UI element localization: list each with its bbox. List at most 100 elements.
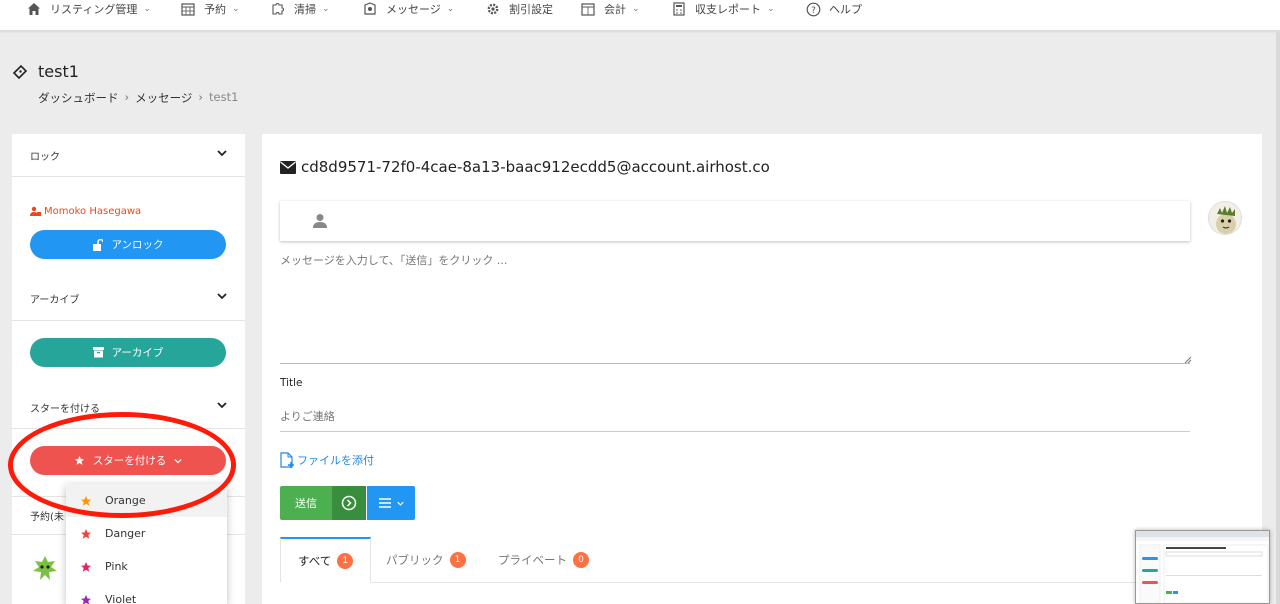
nav-help[interactable]: ? ヘルプ xyxy=(805,0,862,18)
archive-icon xyxy=(92,347,104,358)
nav-listing-label: リスティング管理 xyxy=(50,3,138,16)
chevron-down-icon: ⌄ xyxy=(322,4,330,14)
nav-discount-label: 割引設定 xyxy=(509,3,553,16)
star-button[interactable]: スターを付ける xyxy=(30,446,226,475)
star-option-label: Danger xyxy=(105,527,146,540)
unlock-button[interactable]: アンロック xyxy=(30,230,226,259)
chevron-down-icon: ⌄ xyxy=(232,4,240,14)
message-icon xyxy=(362,1,378,17)
divider xyxy=(12,176,245,177)
tab-private-label: プライベート xyxy=(498,553,567,567)
send-button-label: 送信 xyxy=(295,497,317,510)
nav-accounting[interactable]: 会計 ⌄ xyxy=(580,0,640,18)
nav-listing[interactable]: リスティング管理 ⌄ xyxy=(26,0,151,18)
breadcrumb-separator: › xyxy=(198,90,203,104)
title-input[interactable] xyxy=(280,402,1190,432)
chevron-down-icon: ⌄ xyxy=(446,4,455,14)
star-option-pink[interactable]: Pink xyxy=(66,550,227,583)
assigned-user-name: Momoko Hasegawa xyxy=(44,206,142,217)
breadcrumb-separator: › xyxy=(124,90,130,104)
chevron-down-icon: ⌄ xyxy=(767,4,775,14)
nav-message-label: メッセージ xyxy=(386,3,441,16)
tab-private[interactable]: プライベート 0 xyxy=(498,537,589,583)
top-navbar: リスティング管理 ⌄ 予約 ⌄ 清掃 ⌄ メッセージ ⌄ 割引設定 会計 ⌄ 収… xyxy=(0,0,1280,31)
user-icon xyxy=(313,214,327,228)
star-option-violet[interactable]: Violet xyxy=(66,583,227,604)
user-lock-icon xyxy=(30,206,41,216)
breadcrumb-messages[interactable]: メッセージ xyxy=(135,90,192,106)
section-archive-header[interactable]: アーカイブ xyxy=(12,277,245,319)
star-option-label: Pink xyxy=(105,560,128,573)
star-icon xyxy=(81,528,91,539)
chevron-down-icon: ⌄ xyxy=(143,4,151,14)
archive-button-label: アーカイブ xyxy=(111,347,164,359)
nav-help-label: ヘルプ xyxy=(829,3,862,16)
divider xyxy=(12,428,245,429)
nav-discount[interactable]: 割引設定 xyxy=(485,0,553,18)
screenshot-thumbnail[interactable] xyxy=(1135,530,1270,604)
ticket-icon xyxy=(12,64,30,80)
guest-avatar xyxy=(28,552,62,586)
puzzle-icon xyxy=(270,1,286,17)
tab-public[interactable]: パブリック 1 xyxy=(386,537,466,583)
nav-cleaning[interactable]: 清掃 ⌄ xyxy=(270,0,330,18)
section-star-header[interactable]: スターを付ける xyxy=(12,386,245,428)
svg-text:?: ? xyxy=(811,6,816,16)
nav-report-label: 収支レポート xyxy=(695,3,761,16)
send-button[interactable]: 送信 xyxy=(280,486,332,520)
tab-public-label: パブリック xyxy=(386,553,444,567)
host-avatar xyxy=(1208,201,1242,235)
nav-reservation-label: 予約 xyxy=(204,3,226,16)
nav-message[interactable]: メッセージ ⌄ xyxy=(362,0,454,18)
star-icon xyxy=(81,594,91,604)
page-title: test1 xyxy=(12,62,79,81)
star-icon xyxy=(81,495,91,506)
page-scrollbar[interactable] xyxy=(1276,32,1280,604)
chevron-down-icon xyxy=(217,293,227,300)
star-icon xyxy=(81,561,91,572)
nav-reservation[interactable]: 予約 ⌄ xyxy=(180,0,240,18)
assigned-user: Momoko Hasegawa xyxy=(30,206,141,217)
breadcrumb-current: test1 xyxy=(209,90,239,104)
calculator-icon xyxy=(671,1,687,17)
star-option-label: Orange xyxy=(105,494,146,507)
breadcrumb: ダッシュボード › メッセージ › test1 xyxy=(38,90,238,106)
message-textarea[interactable] xyxy=(280,248,1190,364)
page-title-text: test1 xyxy=(38,62,79,81)
send-arrow-button[interactable] xyxy=(332,486,366,520)
title-label: Title xyxy=(280,377,303,389)
tab-all-label: すべて xyxy=(298,553,332,568)
divider xyxy=(12,320,245,321)
arrow-circle-right-icon xyxy=(341,495,357,511)
chevron-down-icon xyxy=(396,501,404,506)
recipient-email-text: cd8d9571-72f0-4cae-8a13-baac912ecdd5@acc… xyxy=(301,158,770,176)
file-add-icon xyxy=(280,452,294,468)
archive-button[interactable]: アーカイブ xyxy=(30,338,226,367)
ledger-icon xyxy=(580,1,596,17)
unlock-icon xyxy=(93,238,104,251)
section-reservation-label: 予約(未 xyxy=(30,511,64,523)
count-badge: 0 xyxy=(573,552,589,568)
chevron-down-icon xyxy=(217,150,227,157)
star-option-label: Violet xyxy=(105,593,137,604)
section-archive-label: アーカイブ xyxy=(30,294,80,306)
recipient-selector[interactable] xyxy=(280,201,1190,241)
unlock-button-label: アンロック xyxy=(111,239,164,251)
resize-handle-icon[interactable] xyxy=(1184,356,1192,364)
gear-icon xyxy=(485,1,501,17)
nav-report[interactable]: 収支レポート ⌄ xyxy=(671,0,775,18)
star-option-danger[interactable]: Danger xyxy=(66,517,227,550)
star-option-orange[interactable]: Orange xyxy=(66,484,227,517)
home-icon xyxy=(26,1,42,17)
attach-file-link[interactable]: ファイルを添付 xyxy=(280,452,374,468)
tab-all[interactable]: すべて 1 xyxy=(280,537,372,583)
breadcrumb-dashboard[interactable]: ダッシュボード xyxy=(38,90,119,106)
menu-icon xyxy=(378,498,391,508)
nav-accounting-label: 会計 xyxy=(604,3,626,16)
calendar-icon xyxy=(180,1,196,17)
star-icon xyxy=(74,455,84,465)
template-menu-button[interactable] xyxy=(367,486,415,520)
section-lock-header[interactable]: ロック xyxy=(12,134,245,176)
count-badge: 1 xyxy=(449,552,466,568)
attach-file-label: ファイルを添付 xyxy=(297,454,374,467)
